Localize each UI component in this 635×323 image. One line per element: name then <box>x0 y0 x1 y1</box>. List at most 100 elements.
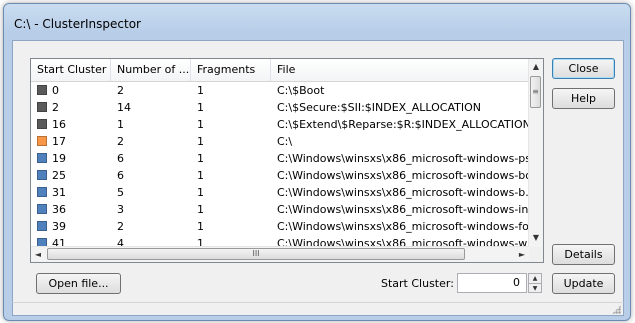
column-start-cluster[interactable]: Start Cluster <box>31 59 111 81</box>
start-cluster-label: Start Cluster: <box>381 277 454 290</box>
cell-fragments: 1 <box>197 237 204 246</box>
table-row[interactable]: 41 4 1 C:\Windows\winsxs\x86_microsoft-wind… <box>31 235 529 246</box>
start-cluster-value: 17 <box>52 135 66 148</box>
cell-number-of-clusters: 2 <box>117 135 124 148</box>
table-row[interactable]: 36 3 1 C:\Windows\winsxs\x86_microsoft-wind… <box>31 201 529 218</box>
spin-down-icon[interactable]: ▼ <box>529 284 541 293</box>
cell-file: C:\Windows\winsxs\x86_microsoft-windows-… <box>277 169 529 182</box>
cell-fragments: 1 <box>197 186 204 199</box>
start-cluster-value: 25 <box>52 169 66 182</box>
horizontal-scroll-thumb[interactable]: III <box>47 248 465 260</box>
list-header: Start Cluster Number of ... Fragments Fi… <box>31 59 529 82</box>
table-row[interactable]: 16 1 1 C:\$Extend\$Reparse:$R:$INDEX_ALLOCA… <box>31 116 529 133</box>
table-row[interactable]: 2 14 1 C:\$Secure:$SII:$INDEX_ALLOCATION <box>31 99 529 116</box>
cluster-color-icon <box>37 204 47 214</box>
cell-fragments: 1 <box>197 84 204 97</box>
cell-number-of-clusters: 6 <box>117 169 124 182</box>
cell-file: C:\Windows\winsxs\x86_microsoft-windows-… <box>277 220 529 233</box>
cluster-inspector-window: C:\ - ClusterInspector Start Cluster Num… <box>3 3 631 321</box>
cell-file: C:\Windows\winsxs\x86_microsoft-windows-… <box>277 237 529 246</box>
table-row[interactable]: 31 5 1 C:\Windows\winsxs\x86_microsoft-wind… <box>31 184 529 201</box>
cell-file: C:\ <box>277 135 293 148</box>
cell-start-cluster: 31 <box>37 184 111 201</box>
start-cluster-value: 39 <box>52 220 66 233</box>
list-body: 0 2 1 C:\$Boot 2 14 1 C:\$Secure:$SII:$INDEX_AL… <box>31 82 529 246</box>
start-cluster-value: 19 <box>52 152 66 165</box>
cluster-list[interactable]: Start Cluster Number of ... Fragments Fi… <box>30 58 544 263</box>
start-cluster-input[interactable]: 0 <box>457 273 527 293</box>
table-row[interactable]: 39 2 1 C:\Windows\winsxs\x86_microsoft-wind… <box>31 218 529 235</box>
vertical-scroll-thumb[interactable]: ≡ <box>530 76 541 108</box>
column-file[interactable]: File <box>271 59 529 81</box>
cell-file: C:\Windows\winsxs\x86_microsoft-windows-… <box>277 186 529 199</box>
title-bar[interactable]: C:\ - ClusterInspector <box>4 4 630 44</box>
status-bar <box>12 302 624 316</box>
cell-fragments: 1 <box>197 118 204 131</box>
scroll-left-icon[interactable]: ◄ <box>31 247 45 262</box>
cell-number-of-clusters: 4 <box>117 237 124 246</box>
table-row[interactable]: 25 6 1 C:\Windows\winsxs\x86_microsoft-wind… <box>31 167 529 184</box>
cluster-color-icon <box>37 119 47 129</box>
start-cluster-spinner[interactable]: ▲ ▼ <box>528 273 542 293</box>
start-cluster-value: 36 <box>52 203 66 216</box>
start-cluster-value: 31 <box>52 186 66 199</box>
cell-start-cluster: 17 <box>37 133 111 150</box>
column-fragments[interactable]: Fragments <box>191 59 271 81</box>
client-area: Start Cluster Number of ... Fragments Fi… <box>12 40 624 304</box>
horizontal-scrollbar[interactable]: ◄ III ► <box>31 246 529 262</box>
cluster-color-icon <box>37 136 47 146</box>
cell-start-cluster: 41 <box>37 235 111 246</box>
scroll-up-icon[interactable]: ▲ <box>529 59 543 74</box>
cluster-color-icon <box>37 187 47 197</box>
cell-file: C:\$Secure:$SII:$INDEX_ALLOCATION <box>277 101 481 114</box>
cell-file: C:\$Boot <box>277 84 325 97</box>
cluster-color-icon <box>37 238 47 246</box>
resize-grip-icon[interactable] <box>612 305 621 314</box>
cell-fragments: 1 <box>197 169 204 182</box>
cell-number-of-clusters: 14 <box>117 101 131 114</box>
cell-fragments: 1 <box>197 101 204 114</box>
cell-start-cluster: 2 <box>37 99 111 116</box>
thumb-grip-icon: ≡ <box>532 87 539 96</box>
scroll-down-icon[interactable]: ▼ <box>529 230 543 245</box>
cluster-color-icon <box>37 170 47 180</box>
column-number-of[interactable]: Number of ... <box>111 59 191 81</box>
cell-start-cluster: 0 <box>37 82 111 99</box>
cell-file: C:\$Extend\$Reparse:$R:$INDEX_ALLOCATION <box>277 118 529 131</box>
cell-number-of-clusters: 2 <box>117 84 124 97</box>
spin-up-icon[interactable]: ▲ <box>529 274 541 284</box>
scroll-corner <box>529 247 543 262</box>
table-row[interactable]: 0 2 1 C:\$Boot <box>31 82 529 99</box>
cell-fragments: 1 <box>197 135 204 148</box>
cell-fragments: 1 <box>197 152 204 165</box>
cell-number-of-clusters: 3 <box>117 203 124 216</box>
vertical-scrollbar[interactable]: ▲ ≡ ▼ <box>528 59 543 247</box>
cell-start-cluster: 16 <box>37 116 111 133</box>
open-file-button[interactable]: Open file... <box>36 273 121 294</box>
cell-number-of-clusters: 1 <box>117 118 124 131</box>
update-button[interactable]: Update <box>552 273 615 294</box>
start-cluster-value: 16 <box>52 118 66 131</box>
start-cluster-value: 41 <box>52 237 66 246</box>
hthumb-grip-icon: III <box>252 249 260 258</box>
cluster-color-icon <box>37 85 47 95</box>
cell-number-of-clusters: 2 <box>117 220 124 233</box>
table-row[interactable]: 17 2 1 C:\ <box>31 133 529 150</box>
start-cluster-value: 2 <box>52 101 59 114</box>
help-button[interactable]: Help <box>552 88 615 109</box>
cell-start-cluster: 36 <box>37 201 111 218</box>
cell-number-of-clusters: 6 <box>117 152 124 165</box>
details-button[interactable]: Details <box>552 244 615 265</box>
cell-file: C:\Windows\winsxs\x86_microsoft-windows-… <box>277 152 529 165</box>
cell-file: C:\Windows\winsxs\x86_microsoft-windows-… <box>277 203 529 216</box>
cell-number-of-clusters: 5 <box>117 186 124 199</box>
close-button[interactable]: Close <box>552 58 615 79</box>
cell-start-cluster: 25 <box>37 167 111 184</box>
cell-fragments: 1 <box>197 220 204 233</box>
scroll-right-icon[interactable]: ► <box>515 247 529 262</box>
start-cluster-value: 0 <box>52 84 59 97</box>
cell-start-cluster: 19 <box>37 150 111 167</box>
cluster-color-icon <box>37 102 47 112</box>
table-row[interactable]: 19 6 1 C:\Windows\winsxs\x86_microsoft-wind… <box>31 150 529 167</box>
cell-start-cluster: 39 <box>37 218 111 235</box>
